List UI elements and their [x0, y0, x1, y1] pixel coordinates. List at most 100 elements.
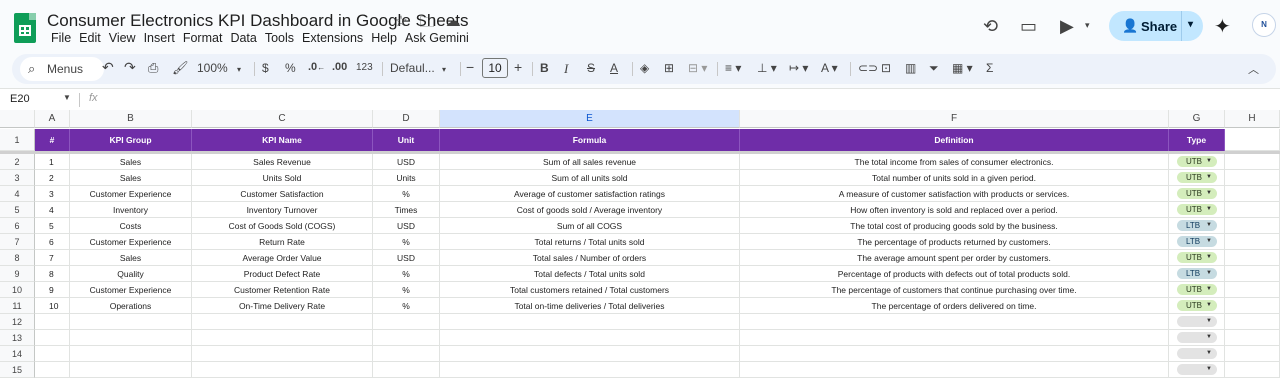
- number-format-button[interactable]: 123: [356, 62, 373, 73]
- column-header-e[interactable]: E: [440, 110, 740, 128]
- cell-formula[interactable]: Total customers retained / Total custome…: [440, 282, 740, 298]
- cell[interactable]: [1225, 346, 1280, 362]
- name-box[interactable]: E20: [10, 93, 30, 105]
- cell[interactable]: [440, 330, 740, 346]
- cell[interactable]: [1225, 362, 1280, 378]
- cell-definition[interactable]: The average amount spent per order by cu…: [740, 250, 1169, 266]
- increase-decimal-button[interactable]: .00: [332, 61, 347, 73]
- cell[interactable]: [440, 314, 740, 330]
- chevron-down-icon[interactable]: ▼: [1206, 284, 1212, 295]
- chevron-down-icon[interactable]: ▼: [1206, 316, 1212, 327]
- comments-icon[interactable]: ▭: [1020, 16, 1037, 37]
- text-rotation-icon[interactable]: A ▾: [821, 61, 838, 75]
- cell[interactable]: [70, 362, 192, 378]
- cell-name[interactable]: Average Order Value: [192, 250, 373, 266]
- undo-icon[interactable]: ↶: [102, 59, 114, 76]
- cell[interactable]: [373, 346, 440, 362]
- cell[interactable]: [192, 362, 373, 378]
- row-header[interactable]: 4: [0, 186, 35, 202]
- chevron-down-icon[interactable]: ▼: [1206, 300, 1212, 311]
- cell-group[interactable]: Inventory: [70, 202, 192, 218]
- cell[interactable]: [192, 330, 373, 346]
- cell-group[interactable]: Customer Experience: [70, 282, 192, 298]
- menu-item-help[interactable]: Help: [367, 31, 401, 45]
- type-dropdown-chip[interactable]: LTB ▼: [1177, 220, 1217, 231]
- cell-definition[interactable]: How often inventory is sold and replaced…: [740, 202, 1169, 218]
- column-header-c[interactable]: C: [192, 110, 373, 128]
- cell-unit[interactable]: %: [373, 234, 440, 250]
- cell-unit[interactable]: USD: [373, 154, 440, 170]
- cell-name[interactable]: Return Rate: [192, 234, 373, 250]
- column-header-f[interactable]: F: [740, 110, 1169, 128]
- chevron-down-icon[interactable]: ▼: [1206, 364, 1212, 375]
- cell-index[interactable]: 5: [35, 218, 70, 234]
- cell-group[interactable]: Sales: [70, 250, 192, 266]
- cell[interactable]: [440, 346, 740, 362]
- menu-item-ask-gemini[interactable]: Ask Gemini: [401, 31, 473, 45]
- cell-unit[interactable]: USD: [373, 218, 440, 234]
- cell[interactable]: [1225, 266, 1280, 282]
- type-dropdown-chip[interactable]: UTB ▼: [1177, 156, 1217, 167]
- cell[interactable]: [35, 314, 70, 330]
- cell-index[interactable]: 1: [35, 154, 70, 170]
- cell-formula[interactable]: Sum of all sales revenue: [440, 154, 740, 170]
- cell-name[interactable]: Customer Satisfaction: [192, 186, 373, 202]
- cell-group[interactable]: Customer Experience: [70, 234, 192, 250]
- chevron-down-icon[interactable]: ▼: [1206, 156, 1212, 167]
- insert-link-icon[interactable]: ⊂⊃: [858, 61, 878, 75]
- cell-formula[interactable]: Total defects / Total units sold: [440, 266, 740, 282]
- decrease-font-size-icon[interactable]: −: [466, 59, 474, 75]
- header-cell[interactable]: Formula: [440, 129, 740, 151]
- cell-definition[interactable]: The total cost of producing goods sold b…: [740, 218, 1169, 234]
- cell[interactable]: [35, 346, 70, 362]
- cell-definition[interactable]: The percentage of products returned by c…: [740, 234, 1169, 250]
- cell-definition[interactable]: Percentage of products with defects out …: [740, 266, 1169, 282]
- collapse-toolbar-icon[interactable]: ︿: [1248, 61, 1259, 77]
- cell[interactable]: [70, 346, 192, 362]
- header-cell[interactable]: KPI Group: [70, 129, 192, 151]
- row-header[interactable]: 15: [0, 362, 35, 378]
- cell-name[interactable]: Units Sold: [192, 170, 373, 186]
- row-header[interactable]: 11: [0, 298, 35, 314]
- cell-index[interactable]: 3: [35, 186, 70, 202]
- type-dropdown-chip[interactable]: UTB ▼: [1177, 204, 1217, 215]
- gemini-icon[interactable]: ✦: [1214, 14, 1231, 39]
- type-dropdown-chip[interactable]: ▼: [1177, 316, 1217, 327]
- cell-unit[interactable]: %: [373, 298, 440, 314]
- cell[interactable]: [373, 330, 440, 346]
- cell[interactable]: [35, 362, 70, 378]
- cell-unit[interactable]: %: [373, 266, 440, 282]
- cell-formula[interactable]: Cost of goods sold / Average inventory: [440, 202, 740, 218]
- row-header[interactable]: 9: [0, 266, 35, 282]
- increase-font-size-icon[interactable]: +: [514, 59, 522, 75]
- cell-index[interactable]: 9: [35, 282, 70, 298]
- header-cell[interactable]: Type: [1169, 129, 1225, 151]
- menu-item-format[interactable]: Format: [179, 31, 227, 45]
- cell-formula[interactable]: Sum of all COGS: [440, 218, 740, 234]
- row-header[interactable]: 10: [0, 282, 35, 298]
- cell-formula[interactable]: Sum of all units sold: [440, 170, 740, 186]
- avatar[interactable]: N: [1252, 13, 1276, 37]
- row-header[interactable]: 2: [0, 154, 35, 170]
- cell-definition[interactable]: The percentage of customers that continu…: [740, 282, 1169, 298]
- zoom-select[interactable]: 100% ▾: [197, 61, 241, 75]
- menu-item-file[interactable]: File: [47, 31, 75, 45]
- menu-item-extensions[interactable]: Extensions: [298, 31, 367, 45]
- column-header-g[interactable]: G: [1169, 110, 1225, 128]
- insert-chart-icon[interactable]: ▥: [905, 61, 916, 75]
- bold-icon[interactable]: B: [540, 61, 549, 75]
- type-dropdown-chip[interactable]: UTB ▼: [1177, 284, 1217, 295]
- cell[interactable]: [1225, 129, 1280, 151]
- cell[interactable]: [1225, 282, 1280, 298]
- text-wrapping-icon[interactable]: ↦ ▾: [789, 61, 808, 75]
- chevron-down-icon[interactable]: ▼: [1206, 236, 1212, 247]
- sheets-logo-icon[interactable]: [14, 13, 36, 43]
- cell-definition[interactable]: Total number of units sold in a given pe…: [740, 170, 1169, 186]
- chevron-down-icon[interactable]: ▼: [1206, 332, 1212, 343]
- paint-format-icon[interactable]: 🖌: [172, 60, 189, 76]
- cell-unit[interactable]: Times: [373, 202, 440, 218]
- cell-group[interactable]: Costs: [70, 218, 192, 234]
- type-dropdown-chip[interactable]: UTB ▼: [1177, 172, 1217, 183]
- row-header[interactable]: 7: [0, 234, 35, 250]
- cell-group[interactable]: Sales: [70, 170, 192, 186]
